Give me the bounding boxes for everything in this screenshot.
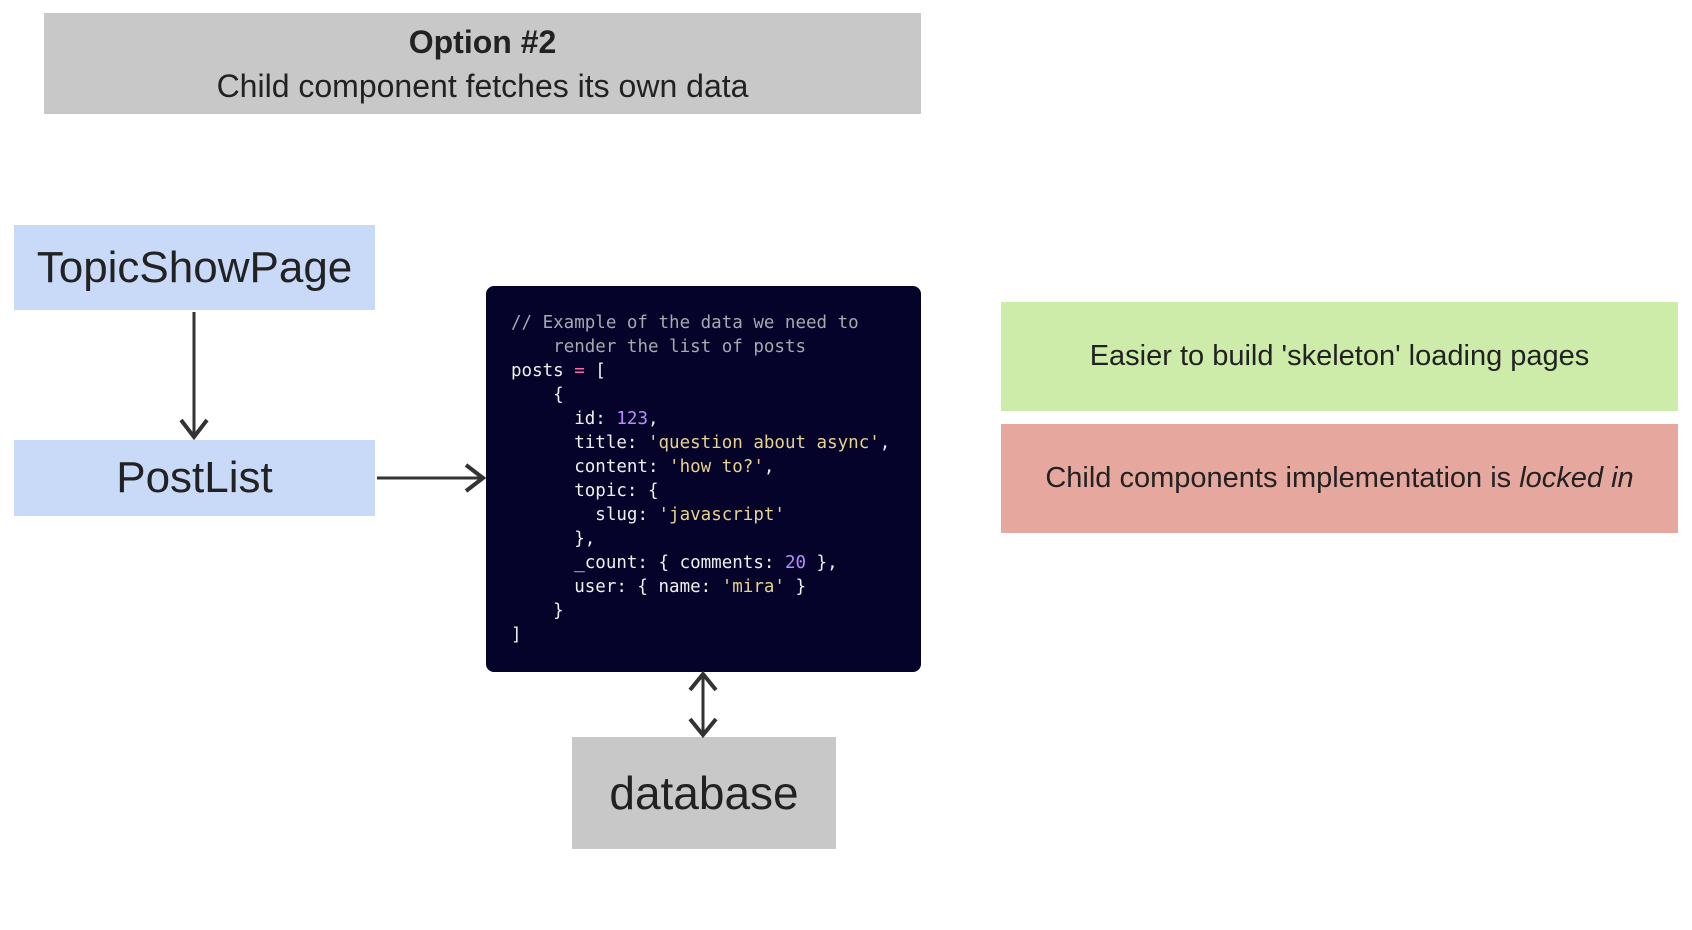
connector-arrows <box>179 312 718 739</box>
